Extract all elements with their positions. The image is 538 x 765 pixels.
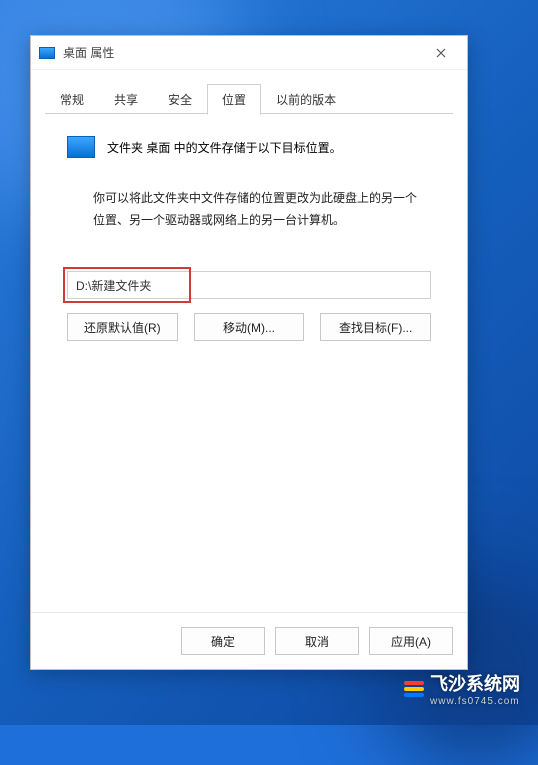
move-button[interactable]: 移动(M)... — [194, 313, 305, 341]
close-button[interactable] — [423, 39, 459, 67]
description-line2: 位置、另一个驱动器或网络上的另一台计算机。 — [93, 213, 345, 227]
path-input-wrapper — [67, 271, 431, 299]
folder-icon — [67, 136, 95, 158]
properties-dialog: 桌面 属性 常规 共享 安全 位置 以前的版本 文件夹 桌面 中的文件存储于以下… — [30, 35, 468, 670]
tab-general[interactable]: 常规 — [45, 84, 99, 114]
tab-previous-versions[interactable]: 以前的版本 — [261, 84, 351, 114]
restore-defaults-button[interactable]: 还原默认值(R) — [67, 313, 178, 341]
dialog-footer: 确定 取消 应用(A) — [31, 612, 467, 669]
ok-button[interactable]: 确定 — [181, 627, 265, 655]
apply-button[interactable]: 应用(A) — [369, 627, 453, 655]
watermark: 飞沙系统网 www.fs0745.com — [404, 670, 520, 707]
window-icon — [39, 47, 55, 59]
tab-share[interactable]: 共享 — [99, 84, 153, 114]
description-line1: 你可以将此文件夹中文件存储的位置更改为此硬盘上的另一个 — [93, 191, 417, 205]
cancel-button[interactable]: 取消 — [275, 627, 359, 655]
titlebar: 桌面 属性 — [31, 36, 467, 70]
tab-strip: 常规 共享 安全 位置 以前的版本 — [31, 84, 467, 114]
watermark-url: www.fs0745.com — [430, 696, 520, 707]
description-text: 你可以将此文件夹中文件存储的位置更改为此硬盘上的另一个 位置、另一个驱动器或网络… — [67, 188, 431, 231]
tab-content: 文件夹 桌面 中的文件存储于以下目标位置。 你可以将此文件夹中文件存储的位置更改… — [31, 114, 467, 612]
close-icon — [436, 48, 446, 58]
watermark-icon — [404, 681, 424, 697]
action-button-row: 还原默认值(R) 移动(M)... 查找目标(F)... — [67, 313, 431, 341]
header-row: 文件夹 桌面 中的文件存储于以下目标位置。 — [67, 136, 431, 158]
header-text: 文件夹 桌面 中的文件存储于以下目标位置。 — [107, 139, 342, 156]
tab-security[interactable]: 安全 — [153, 84, 207, 114]
find-target-button[interactable]: 查找目标(F)... — [320, 313, 431, 341]
tab-location[interactable]: 位置 — [207, 84, 261, 115]
watermark-brand: 飞沙系统网 — [430, 674, 520, 694]
window-title: 桌面 属性 — [63, 44, 423, 61]
path-input[interactable] — [67, 271, 431, 299]
